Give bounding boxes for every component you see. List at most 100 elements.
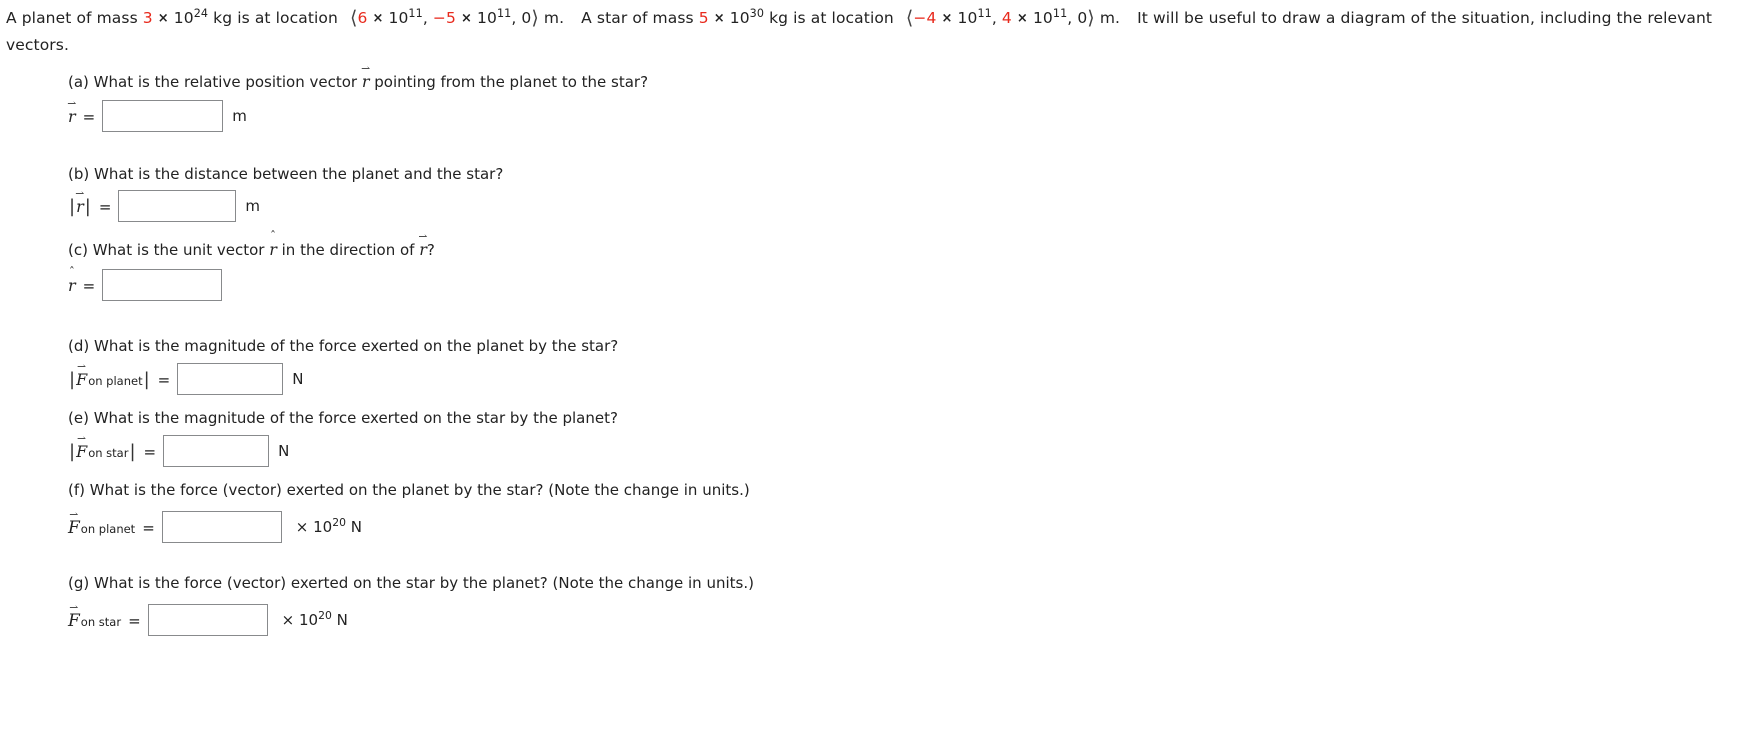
part-a-answer-input[interactable] — [102, 100, 224, 132]
part-a: (a) What is the relative position vector… — [0, 63, 1500, 132]
part-d-label: | ⇀ Fon planet | = — [68, 359, 177, 390]
planet-pos-x-coef: 6 — [357, 9, 368, 27]
star-pos-z: , 0 — [1067, 9, 1088, 27]
star-pos-x-pow: × 10 — [941, 9, 978, 27]
part-a-answer-row: ⇀ r = m — [67, 96, 1500, 132]
abs-bar-right: | — [84, 195, 91, 217]
part-g-label: ⇀ Fon star = — [68, 600, 148, 631]
part-a-unit: m — [232, 107, 247, 125]
vector-arrow-icon: ⇀ — [75, 186, 85, 200]
problem-page: A planet of mass 3 × 1024 kg is at locat… — [0, 0, 1761, 729]
part-d-unit: N — [292, 370, 304, 388]
part-a-question-post: pointing from the planet to the star? — [369, 73, 649, 91]
part-f-answer-input[interactable] — [161, 511, 282, 543]
r-vector-label-icon: ⇀ r — [67, 96, 77, 126]
statement-text-6: kg is at location — [764, 9, 899, 27]
part-g-answer-input[interactable] — [147, 604, 268, 636]
part-b: (b) What is the distance between the pla… — [0, 164, 1500, 222]
planet-pos-y-exp: 11 — [496, 6, 512, 20]
r-hat-label-icon: ˆr — [68, 264, 76, 295]
equals-sign: = — [142, 518, 155, 537]
part-d: (d) What is the magnitude of the force e… — [0, 336, 1500, 395]
part-a-question-pre: (a) What is the relative position vector — [68, 73, 362, 91]
equals-sign: = — [157, 370, 171, 389]
part-e-answer-input[interactable] — [163, 435, 270, 467]
planet-mass-coefficient: 3 — [142, 9, 153, 27]
part-c-answer-input[interactable] — [102, 269, 223, 301]
part-c-answer-row: ˆ r = — [68, 264, 1500, 301]
part-g-unit: × 1020 N — [268, 609, 348, 629]
part-d-answer-input[interactable] — [177, 363, 284, 395]
statement-text-1: A planet of mass — [6, 9, 143, 27]
star-mass-coefficient: 5 — [698, 9, 709, 27]
star-pos-y-coef: 4 — [1001, 9, 1012, 27]
force-vector-symbol: ⇀ F — [76, 431, 88, 461]
vector-arrow-icon: ⇀ — [361, 62, 371, 75]
star-pos-y-exp: 11 — [1052, 6, 1068, 20]
part-f-unit: × 1020 N — [282, 516, 362, 536]
part-g-question: (g) What is the force (vector) exerted o… — [68, 574, 754, 592]
star-pos-x-exp: 11 — [977, 6, 992, 20]
comma-1: , — [422, 9, 433, 27]
part-f: (f) What is the force (vector) exerted o… — [0, 480, 1500, 543]
vector-arrow-icon: ⇀ — [69, 507, 79, 521]
force-vector-symbol: ⇀ F — [68, 600, 80, 631]
force-vector-symbol: ⇀ F — [76, 359, 88, 389]
part-f-question: (f) What is the force (vector) exerted o… — [68, 481, 750, 499]
part-g-answer-row: ⇀ Fon star = × 1020 N — [68, 600, 1500, 636]
planet-pos-x-exp: 11 — [408, 6, 423, 20]
part-b-unit: m — [245, 197, 261, 215]
vector-arrow-icon: ⇀ — [67, 96, 77, 110]
vector-arrow-icon: ⇀ — [77, 431, 87, 445]
part-c-question-post: ? — [426, 241, 435, 259]
vector-arrow-icon: ⇀ — [77, 359, 87, 373]
equals-sign: = — [82, 107, 96, 126]
angle-bracket-close-icon-2: ⟩ — [1087, 7, 1095, 29]
part-c-question-mid: in the direction of — [276, 241, 420, 259]
star-pos-y-pow: × 10 — [1016, 9, 1053, 27]
statement-text-2: × 10 — [157, 9, 194, 27]
part-g: (g) What is the force (vector) exerted o… — [0, 573, 1500, 636]
part-g-unit-suffix: N — [331, 611, 348, 629]
part-f-label: ⇀ Fon planet = — [68, 507, 162, 538]
equals-sign: = — [128, 611, 141, 630]
problem-statement: A planet of mass 3 × 1024 kg is at locat… — [6, 5, 1754, 59]
part-b-question: (b) What is the distance between the pla… — [68, 165, 504, 183]
angle-bracket-close-icon: ⟩ — [531, 7, 539, 29]
vector-arrow-icon: ⇀ — [418, 230, 428, 243]
part-c-question-pre: (c) What is the unit vector — [68, 241, 270, 259]
planet-mass-exponent: 24 — [193, 6, 209, 20]
planet-pos-y-pow: × 10 — [460, 9, 497, 27]
part-a-label: ⇀ r = — [67, 96, 102, 126]
star-pos-x-coef: −4 — [913, 9, 937, 27]
vector-arrow-icon: ⇀ — [69, 600, 79, 614]
statement-text-4: m. A star of mass — [538, 9, 699, 27]
force-vector-symbol: ⇀ F — [68, 507, 80, 538]
part-f-unit-exponent: 20 — [332, 516, 346, 529]
part-g-unit-prefix: × 10 — [281, 611, 319, 629]
part-f-subscript: on planet — [80, 521, 136, 536]
equals-sign: = — [82, 276, 96, 295]
part-g-unit-exponent: 20 — [318, 609, 332, 622]
part-b-answer-input[interactable] — [118, 190, 237, 222]
star-mass-exponent: 30 — [749, 6, 765, 20]
r-vector-label-icon: ⇀ r — [75, 186, 85, 216]
part-c-label: ˆ r = — [68, 264, 102, 295]
part-c: (c) What is the unit vector ˆr in the di… — [0, 229, 1500, 301]
abs-bar-right: | — [129, 440, 136, 462]
part-e: (e) What is the magnitude of the force e… — [0, 408, 1500, 467]
planet-pos-x-pow: × 10 — [372, 9, 409, 27]
comma-2: , — [991, 9, 1002, 27]
part-f-answer-row: ⇀ Fon planet = × 1020 N — [68, 507, 1500, 543]
hat-icon: ˆ — [270, 229, 277, 243]
part-b-answer-row: | ⇀ r | = m — [68, 186, 1500, 222]
part-e-unit: N — [278, 442, 290, 460]
r-vector-symbol: ⇀ r — [418, 230, 428, 259]
abs-bar-left: | — [69, 368, 76, 390]
part-e-answer-row: | ⇀ Fon star | = N — [68, 431, 1500, 467]
planet-pos-z: , 0 — [511, 9, 532, 27]
abs-bar-right: | — [143, 368, 150, 390]
r-hat-symbol: ˆr — [269, 229, 277, 259]
part-e-subscript: on star — [88, 445, 129, 460]
hat-icon: ˆ — [68, 264, 75, 279]
